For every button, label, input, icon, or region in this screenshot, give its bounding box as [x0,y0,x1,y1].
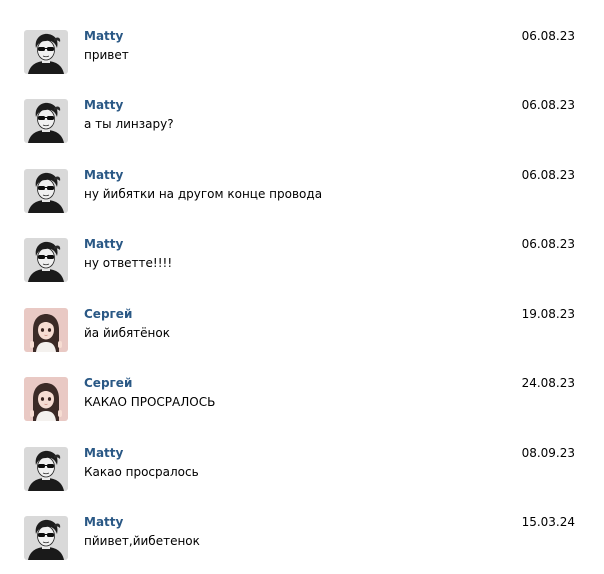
message-text: ну ответте!!!! [84,256,173,270]
message-row: Сергей йа йибятёнок 19.08.23 [0,306,604,366]
message-row: Matty привет 06.08.23 [0,28,604,88]
message-author[interactable]: Matty [84,167,123,183]
message-author[interactable]: Matty [84,28,123,44]
message-row: Matty Какао просралось 08.09.23 [0,445,604,505]
message-date: 15.03.24 [521,515,575,529]
message-date: 19.08.23 [521,307,575,321]
message-author[interactable]: Matty [84,445,123,461]
matty-avatar[interactable] [24,238,68,282]
message-date: 08.09.23 [521,446,575,460]
matty-avatar[interactable] [24,99,68,143]
message-author[interactable]: Сергей [84,375,132,391]
message-author[interactable]: Matty [84,97,123,113]
message-date: 06.08.23 [521,237,575,251]
matty-avatar[interactable] [24,30,68,74]
sergey-avatar[interactable] [24,377,68,421]
message-author[interactable]: Matty [84,236,123,252]
message-author[interactable]: Сергей [84,306,132,322]
message-text: йа йибятёнок [84,326,170,340]
message-text: ну йибятки на другом конце провода [84,187,323,201]
matty-avatar[interactable] [24,447,68,491]
matty-avatar[interactable] [24,516,68,560]
message-date: 06.08.23 [521,168,575,182]
message-text: КАКАО ПРОСРАЛОСЬ [84,395,216,409]
message-list: Matty привет 06.08.23 Matty а ты линзару… [0,0,604,560]
message-row: Matty ну йибятки на другом конце провода… [0,167,604,227]
message-row: Matty пйивет,йибетенок 15.03.24 [0,514,604,574]
message-text: Какао просралось [84,465,199,479]
message-date: 06.08.23 [521,29,575,43]
message-row: Сергей КАКАО ПРОСРАЛОСЬ 24.08.23 [0,375,604,435]
message-date: 24.08.23 [521,376,575,390]
message-date: 06.08.23 [521,98,575,112]
message-text: привет [84,48,129,62]
message-row: Matty а ты линзару? 06.08.23 [0,97,604,157]
message-author[interactable]: Matty [84,514,123,530]
matty-avatar[interactable] [24,169,68,213]
message-text: пйивет,йибетенок [84,534,200,548]
message-text: а ты линзару? [84,117,174,131]
message-row: Matty ну ответте!!!! 06.08.23 [0,236,604,296]
sergey-avatar[interactable] [24,308,68,352]
